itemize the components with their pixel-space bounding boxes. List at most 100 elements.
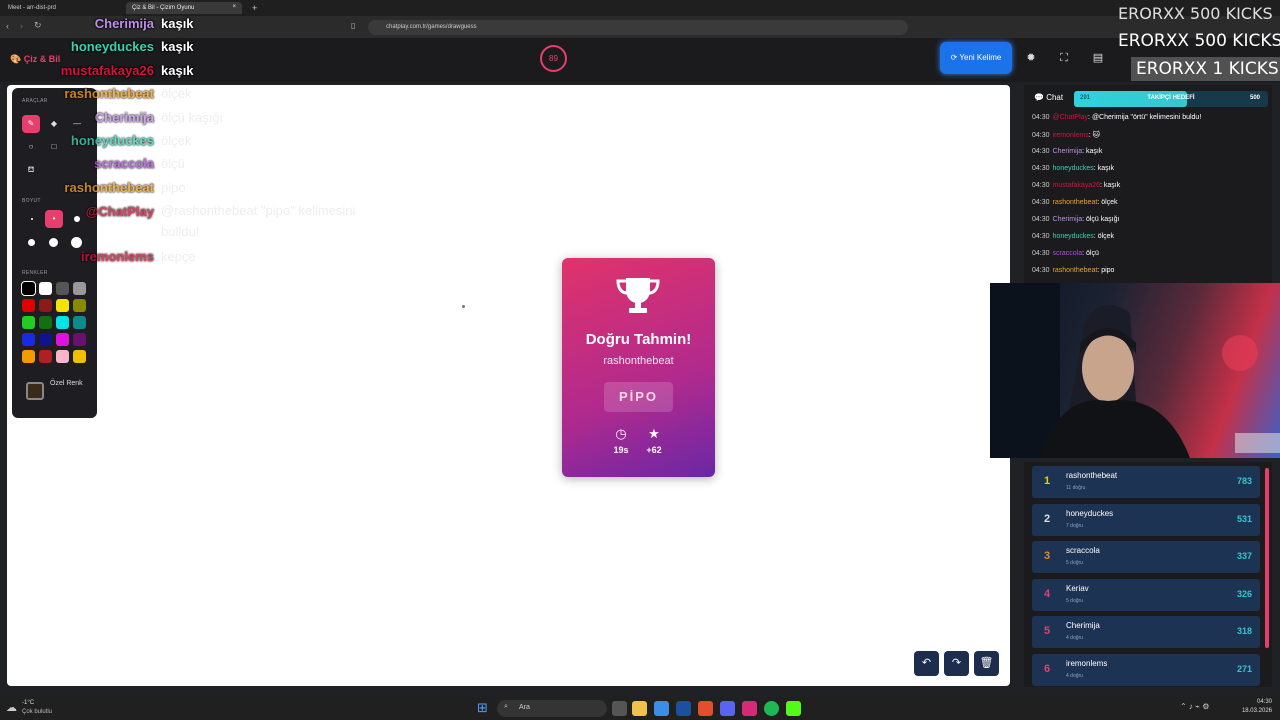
file-explorer-icon[interactable]	[632, 701, 647, 716]
leaderboard-name: Keriav	[1066, 583, 1089, 593]
size-s-button[interactable]: •	[45, 210, 63, 228]
leaderboard-correct-count: 5 doğru	[1066, 597, 1083, 604]
system-tray-icons[interactable]: ⌃ ♪ ⌁ ⚙	[1180, 702, 1209, 711]
leaderboard-correct-count: 4 doğru	[1066, 635, 1083, 642]
refresh-icon: ⟳	[950, 53, 958, 62]
instagram-icon[interactable]	[742, 701, 757, 716]
chat-username[interactable]: mustafakaya26	[1053, 182, 1100, 189]
color-swatch[interactable]	[73, 350, 86, 363]
tab-label: Meet - arr-dist-prd	[8, 5, 57, 11]
fill-bucket-icon[interactable]: ⛾	[22, 161, 40, 179]
undo-icon[interactable]: ↶	[914, 651, 939, 676]
canvas-stroke-dot	[462, 305, 465, 308]
browser-tab-meet[interactable]: Meet - arr-dist-prd	[2, 2, 62, 14]
color-swatch[interactable]	[56, 299, 69, 312]
app-icon-1[interactable]	[654, 701, 669, 716]
browser-tab-game[interactable]: Çiz & Bil - Çizim Oyunu ×	[126, 2, 242, 14]
overlay-username: honeyduckes	[70, 133, 154, 148]
color-swatch[interactable]	[39, 316, 52, 329]
chat-time: 04:30	[1032, 114, 1050, 121]
new-tab-button[interactable]: +	[246, 0, 263, 13]
browser-icon[interactable]	[698, 701, 713, 716]
color-swatch[interactable]	[22, 350, 35, 363]
chat-username[interactable]: Cherimija	[1053, 148, 1083, 155]
windows-start-icon[interactable]: ⊞	[477, 700, 488, 716]
color-swatch[interactable]	[73, 299, 86, 312]
rectangle-tool-button[interactable]: □	[45, 138, 63, 156]
chat-message: 04:30 Cherimija: kaşık	[1032, 148, 1102, 155]
size-xxl-button[interactable]	[71, 237, 82, 248]
overlay-message: kepçe	[161, 249, 196, 264]
color-swatch[interactable]	[56, 316, 69, 329]
color-swatch[interactable]	[22, 299, 35, 312]
keyboard-icon[interactable]: ▤	[1086, 46, 1110, 70]
discord-icon[interactable]	[720, 701, 735, 716]
close-tab-icon[interactable]: ×	[232, 4, 236, 10]
overlay-username: rashonthebeat	[64, 180, 154, 195]
chat-username[interactable]: iremonlems	[1053, 132, 1089, 139]
task-view-icon[interactable]	[612, 701, 627, 716]
chat-username[interactable]: Cherimija	[1053, 216, 1083, 223]
circle-tool-button[interactable]: ○	[22, 138, 40, 156]
chat-title: Chat	[1046, 93, 1064, 102]
leaderboard-correct-count: 11 doğru	[1066, 485, 1086, 491]
color-swatch[interactable]	[73, 316, 86, 329]
color-swatch[interactable]	[21, 281, 36, 296]
color-swatch[interactable]	[22, 316, 35, 329]
bookmark-icon[interactable]: ▯	[351, 21, 355, 30]
leaderboard-rank: 5	[1044, 625, 1051, 638]
chat-username[interactable]: rashonthebeat	[1053, 267, 1098, 274]
leaderboard-rank: 6	[1044, 663, 1051, 675]
new-word-button[interactable]: ⟳ Yeni Kelime	[940, 42, 1012, 74]
size-xs-button[interactable]	[31, 218, 33, 220]
chat-time: 04:30	[1032, 250, 1050, 257]
size-m-button[interactable]	[74, 216, 80, 222]
kick-app-icon[interactable]	[786, 701, 801, 716]
forward-icon[interactable]: ›	[20, 21, 23, 31]
chat-text: kaşık	[1097, 165, 1115, 172]
reload-icon[interactable]: ↻	[34, 20, 42, 31]
pen-tool-button[interactable]: ✎	[22, 115, 40, 133]
custom-color-swatch[interactable]	[26, 382, 44, 400]
drawing-canvas[interactable]	[7, 85, 1010, 686]
chat-username[interactable]: rashonthebeat	[1053, 199, 1098, 206]
color-swatch[interactable]	[73, 333, 86, 346]
overlay-username: honeyduckes	[70, 39, 154, 54]
color-swatch[interactable]	[56, 282, 69, 295]
fullscreen-icon[interactable]: ⛶	[1052, 46, 1076, 70]
leaderboard-row: 4 Keriav 5 doğru 326	[1032, 578, 1260, 611]
spotify-icon[interactable]	[764, 701, 779, 716]
color-swatch[interactable]	[56, 333, 69, 346]
color-swatch[interactable]	[73, 282, 86, 295]
chat-username[interactable]: honeyduckes	[1053, 165, 1094, 172]
color-swatch[interactable]	[39, 282, 52, 295]
size-l-button[interactable]	[28, 239, 35, 246]
back-icon[interactable]: ‹	[6, 21, 9, 31]
streamer-webcam	[990, 283, 1280, 458]
color-swatch[interactable]	[39, 299, 52, 312]
taskbar-search-placeholder: Ara	[519, 704, 530, 711]
url-field[interactable]: chatplay.com.tr/games/drawguess	[368, 20, 908, 35]
leaderboard-score: 531	[1236, 513, 1252, 524]
taskbar-search[interactable]: ⌕ Ara	[497, 700, 607, 717]
follower-goal-current: 291	[1080, 95, 1091, 101]
steam-icon[interactable]	[676, 701, 691, 716]
color-swatch[interactable]	[56, 350, 69, 363]
color-swatch[interactable]	[39, 333, 52, 346]
size-xl-button[interactable]	[49, 238, 58, 247]
line-tool-button[interactable]: —	[68, 115, 86, 133]
chat-panel: 💬 Chat TAKİPÇİ HEDEFİ 291 500 04:30 @Chat…	[1024, 85, 1272, 285]
redo-icon[interactable]: ↷	[944, 651, 969, 676]
chat-username[interactable]: @ChatPlay	[1053, 114, 1089, 121]
trash-icon[interactable]: 🗑	[974, 651, 999, 676]
color-swatch[interactable]	[22, 333, 35, 346]
chat-text: ölçek	[1101, 199, 1118, 206]
eraser-tool-button[interactable]: ◆	[45, 115, 63, 133]
leaderboard-scrollbar[interactable]	[1265, 468, 1269, 648]
color-swatch[interactable]	[39, 350, 52, 363]
chat-username[interactable]: scraccola	[1053, 250, 1083, 257]
chat-username[interactable]: honeyduckes	[1053, 233, 1094, 240]
palette-icon: 🎨	[10, 54, 22, 64]
overlay-username: Cherimija	[94, 110, 154, 125]
settings-icon[interactable]: ✹	[1019, 46, 1043, 70]
